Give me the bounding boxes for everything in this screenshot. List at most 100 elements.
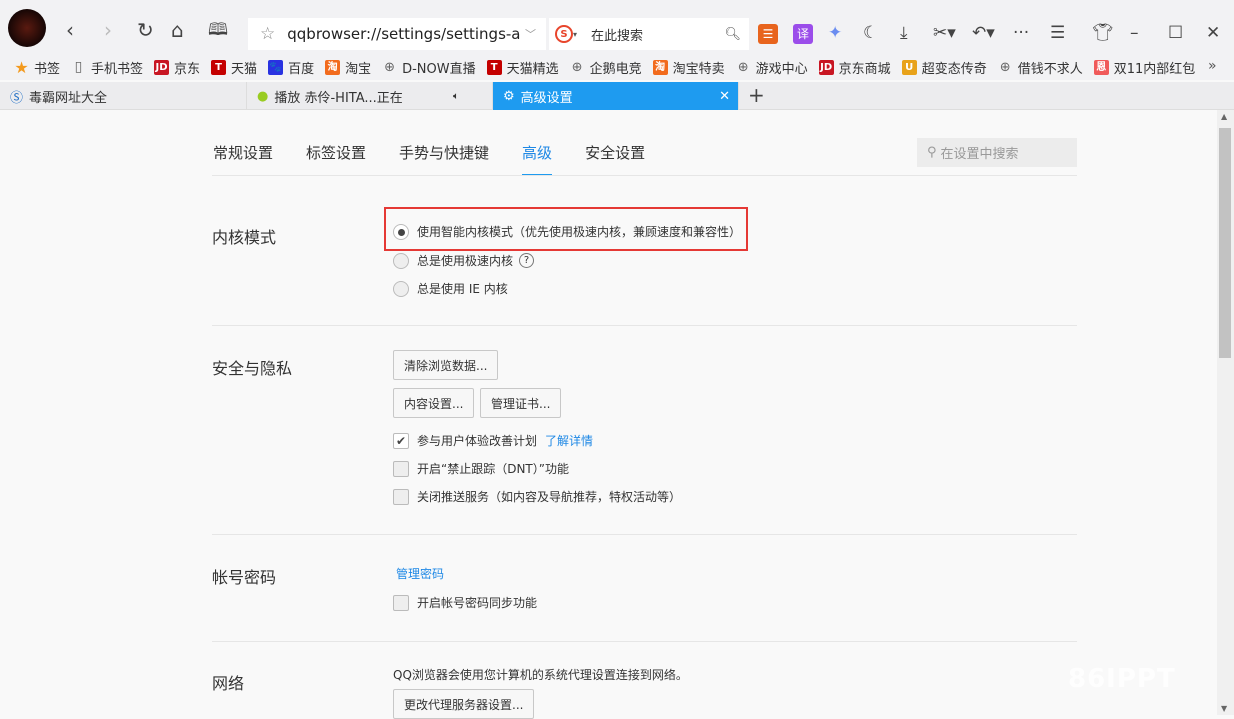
download-icon[interactable]: ⤓ xyxy=(900,23,908,43)
section-title: 安全与隐私 xyxy=(212,355,292,379)
learn-more-link[interactable]: 了解详情 xyxy=(545,432,593,449)
globe-icon: ⊕ xyxy=(570,60,585,75)
globe-icon: ⊕ xyxy=(998,60,1013,75)
address-bar[interactable]: ☆ qqbrowser://settings/settings-a ﹀ xyxy=(248,18,546,50)
url-text[interactable]: qqbrowser://settings/settings-a xyxy=(287,25,525,43)
reader-icon[interactable]: 🕮 xyxy=(208,20,228,40)
option-label: 使用智能内核模式（优先使用极速内核，兼顾速度和兼容性） xyxy=(417,223,741,240)
bookmark-star-icon[interactable]: ☆ xyxy=(260,24,275,44)
tab-security[interactable]: 安全设置 xyxy=(585,142,645,176)
more-icon[interactable]: ··· xyxy=(1013,23,1029,43)
tab-tabs[interactable]: 标签设置 xyxy=(306,142,366,176)
manage-certificates-button[interactable]: 管理证书... xyxy=(480,388,561,418)
scroll-down-icon[interactable]: ▼ xyxy=(1221,704,1227,713)
bookmark-item[interactable]: 淘淘宝 xyxy=(325,58,371,77)
scroll-up-icon[interactable]: ▲ xyxy=(1221,112,1227,121)
checkbox[interactable] xyxy=(393,461,409,477)
bookmark-item[interactable]: 恩双11内部红包 xyxy=(1094,58,1196,77)
screenshot-scissors-icon[interactable]: ✂▾ xyxy=(933,23,956,43)
baidu-icon: 🐾 xyxy=(268,60,283,75)
checkbox[interactable]: ✔ xyxy=(393,433,409,449)
forward-icon[interactable]: › xyxy=(104,20,112,40)
bookmark-label: 天猫 xyxy=(231,58,257,77)
section-title: 内核模式 xyxy=(212,224,276,248)
kernel-option-ie[interactable]: 总是使用 IE 内核 xyxy=(393,280,508,297)
notes-icon[interactable]: ☰ xyxy=(758,24,778,44)
checkbox-label: 开启帐号密码同步功能 xyxy=(417,594,537,611)
bookmark-item[interactable]: JD京东商城 xyxy=(819,58,891,77)
more-bookmarks-icon[interactable]: » xyxy=(1208,58,1217,74)
radio-button[interactable] xyxy=(393,224,409,240)
minimize-icon[interactable]: – xyxy=(1130,23,1139,43)
network-description: QQ浏览器会使用您计算机的系统代理设置连接到网络。 xyxy=(393,666,688,683)
bookmark-item[interactable]: ▯手机书签 xyxy=(71,58,143,77)
refresh-icon[interactable]: ↻ xyxy=(137,20,154,40)
bookmark-item[interactable]: ⊕游戏中心 xyxy=(736,58,808,77)
option-label: 总是使用极速内核 xyxy=(417,252,513,269)
clear-browsing-data-button[interactable]: 清除浏览数据... xyxy=(393,350,498,380)
bookmark-item[interactable]: ⊕企鹅电竞 xyxy=(570,58,642,77)
kernel-option-smart[interactable]: 使用智能内核模式（优先使用极速内核，兼顾速度和兼容性） xyxy=(393,223,741,240)
checkbox-label: 关闭推送服务（如内容及导航推荐，特权活动等） xyxy=(417,488,681,505)
scrollbar-thumb[interactable] xyxy=(1219,128,1231,358)
manage-passwords-link[interactable]: 管理密码 xyxy=(396,565,444,582)
tab-duba[interactable]: Ⓢ 毒霸网址大全 xyxy=(0,82,247,110)
sogou-icon[interactable]: S xyxy=(555,25,573,43)
checkbox[interactable] xyxy=(393,489,409,505)
radio-button[interactable] xyxy=(393,281,409,297)
close-window-icon[interactable]: ✕ xyxy=(1206,23,1220,43)
help-icon[interactable]: ? xyxy=(519,253,534,268)
search-placeholder[interactable]: 在此搜索 xyxy=(591,25,724,44)
dnt-checkbox-row[interactable]: 开启“禁止跟踪（DNT）”功能 xyxy=(393,460,569,477)
tab-advanced-settings[interactable]: ⚙ 高级设置 ✕ xyxy=(493,82,739,110)
chevron-down-icon[interactable]: ﹀ xyxy=(525,26,536,42)
checkbox[interactable] xyxy=(393,595,409,611)
jd-icon: JD xyxy=(154,60,169,75)
back-icon[interactable]: ‹ xyxy=(66,20,74,40)
maximize-icon[interactable]: ☐ xyxy=(1168,23,1183,43)
bookmark-item[interactable]: ⊕借钱不求人 xyxy=(998,58,1083,77)
bookmark-item[interactable]: 🐾百度 xyxy=(268,58,314,77)
radio-button[interactable] xyxy=(393,253,409,269)
section-title: 网络 xyxy=(212,670,244,694)
menu-icon[interactable]: ☰ xyxy=(1050,23,1065,43)
user-avatar[interactable] xyxy=(8,9,46,47)
speaker-icon[interactable]: 🔈︎ xyxy=(453,91,459,102)
night-mode-icon[interactable]: ☾ xyxy=(863,23,878,43)
tab-music[interactable]: ● 播放 赤伶-HITA...正在 🔈︎ xyxy=(247,82,493,110)
ux-plan-checkbox-row[interactable]: ✔参与用户体验改善计划了解详情 xyxy=(393,432,593,449)
tmall-icon: T xyxy=(487,60,502,75)
option-label: 总是使用 IE 内核 xyxy=(417,280,508,297)
undo-icon[interactable]: ↶▾ xyxy=(972,23,995,43)
bookmark-item[interactable]: U超变态传奇 xyxy=(902,58,987,77)
divider xyxy=(212,325,1077,326)
bookmark-item[interactable]: 淘淘宝特卖 xyxy=(653,58,725,77)
bird-icon[interactable]: ✦ xyxy=(828,23,842,43)
sync-checkbox-row[interactable]: 开启帐号密码同步功能 xyxy=(393,594,537,611)
jd-icon: JD xyxy=(819,60,834,75)
tab-advanced[interactable]: 高级 xyxy=(522,142,552,176)
kernel-option-fast[interactable]: 总是使用极速内核? xyxy=(393,252,534,269)
home-icon[interactable]: ⌂ xyxy=(171,20,184,40)
tab-gestures[interactable]: 手势与快捷键 xyxy=(399,142,489,176)
content-settings-button[interactable]: 内容设置... xyxy=(393,388,474,418)
search-box[interactable]: S▾ 在此搜索 🔍︎ xyxy=(549,18,749,50)
close-tab-icon[interactable]: ✕ xyxy=(719,89,730,104)
tab-label: 高级设置 xyxy=(521,87,573,106)
taobao-icon: 淘 xyxy=(653,60,668,75)
push-checkbox-row[interactable]: 关闭推送服务（如内容及导航推荐，特权活动等） xyxy=(393,488,681,505)
scrollbar[interactable]: ▲ ▼ xyxy=(1217,110,1234,715)
bookmark-item[interactable]: T天猫精选 xyxy=(487,58,559,77)
bookmark-item[interactable]: ⊕D-NOW直播 xyxy=(382,58,476,77)
tab-general[interactable]: 常规设置 xyxy=(213,142,273,176)
bookmark-item[interactable]: JD京东 xyxy=(154,58,200,77)
skin-shirt-icon[interactable]: 👕︎ xyxy=(1092,23,1114,43)
tab-label: 播放 赤伶-HITA...正在 xyxy=(274,87,402,106)
bookmark-item[interactable]: T天猫 xyxy=(211,58,257,77)
settings-gear-icon: ⚙ xyxy=(503,89,515,104)
search-icon[interactable]: 🔍︎ xyxy=(724,27,741,42)
settings-search-input[interactable]: ⚲在设置中搜索 xyxy=(917,138,1077,167)
translate-icon[interactable]: 译 xyxy=(793,24,813,44)
bookmark-item[interactable]: ★书签 xyxy=(14,58,60,77)
new-tab-icon[interactable]: + xyxy=(748,83,765,107)
